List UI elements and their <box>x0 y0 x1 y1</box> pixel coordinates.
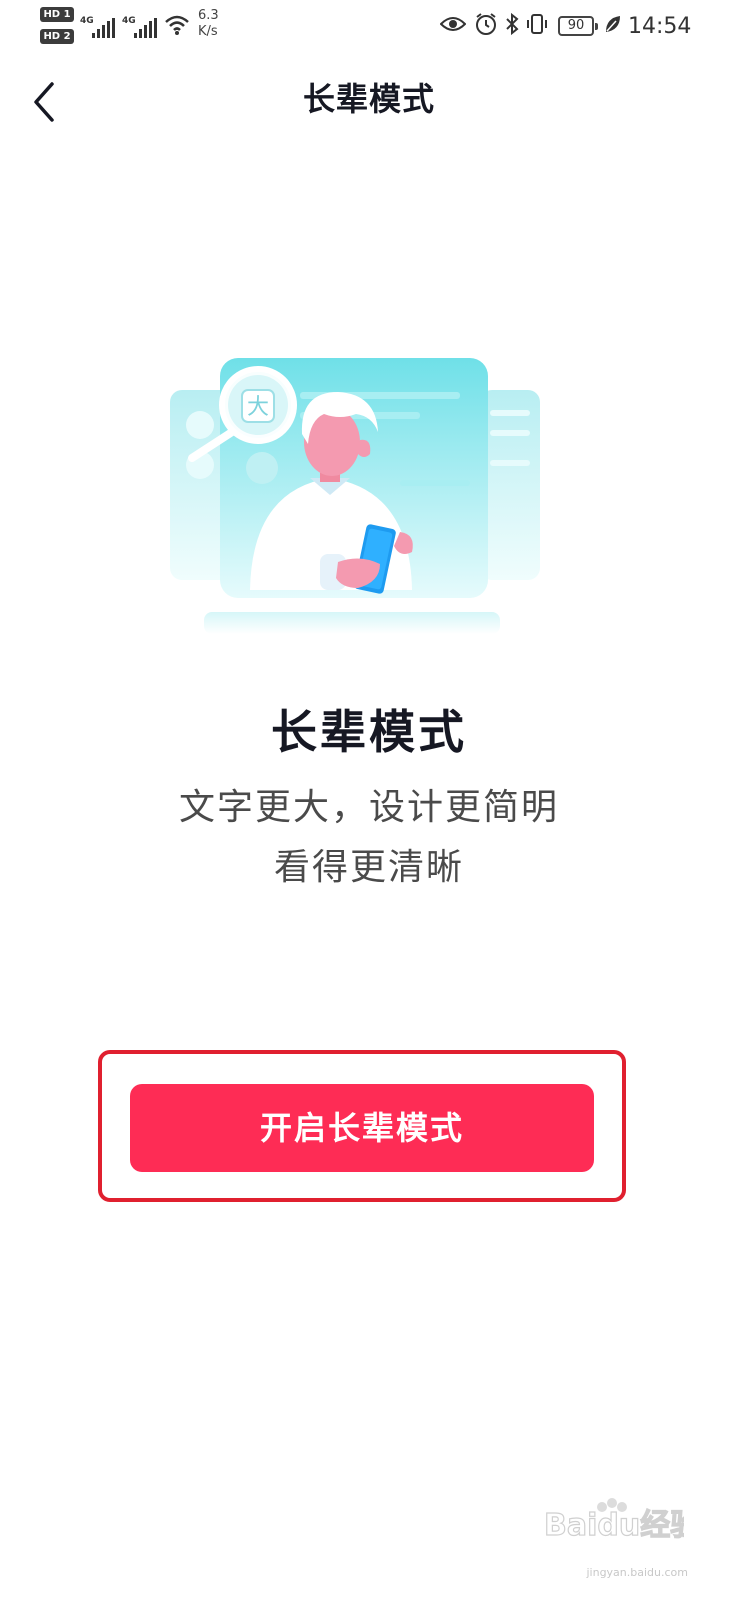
signal-bars-icon <box>92 18 116 38</box>
elder-mode-screen: HD 1 HD 2 4G 4G 6.3 K/s 90 14:54 长辈模式 大 … <box>0 0 738 1600</box>
wifi-icon <box>165 15 189 35</box>
feature-description-line1: 文字更大，设计更简明 <box>178 787 559 828</box>
elder-mode-illustration: 大 <box>160 350 580 650</box>
network-speed: 6.3 K/s <box>198 8 219 40</box>
status-bar-right: 90 14:54 <box>440 8 700 42</box>
bluetooth-icon <box>506 12 519 36</box>
watermark-url: jingyan.baidu.com <box>586 1566 688 1579</box>
status-bar: HD 1 HD 2 4G 4G 6.3 K/s 90 14:54 <box>0 0 738 48</box>
vibrate-icon <box>527 14 547 34</box>
sim1-hd-badge: HD 1 <box>40 7 74 22</box>
watermark-brand: Baidu经验 <box>544 1508 684 1543</box>
page-title: 长辈模式 <box>302 80 435 118</box>
sim2-hd-badge: HD 2 <box>40 29 74 44</box>
feature-description-line2: 看得更清晰 <box>273 847 464 888</box>
nav-bar: 长辈模式 <box>0 60 738 134</box>
network-speed-unit: K/s <box>198 24 218 39</box>
battery-indicator: 90 <box>558 16 598 36</box>
network-speed-value: 6.3 <box>198 8 219 23</box>
enable-elder-mode-button[interactable]: 开启长辈模式 <box>130 1084 594 1172</box>
status-time: 14:54 <box>628 14 692 39</box>
leaf-icon <box>606 16 620 32</box>
alarm-icon <box>476 13 496 35</box>
eye-icon <box>440 17 466 31</box>
signal-bars-icon <box>134 18 158 38</box>
baidu-jingyan-watermark: Baidu经验 <box>544 1498 684 1544</box>
feature-headline: 长辈模式 <box>271 705 467 759</box>
magnifier-glyph: 大 <box>247 395 269 420</box>
